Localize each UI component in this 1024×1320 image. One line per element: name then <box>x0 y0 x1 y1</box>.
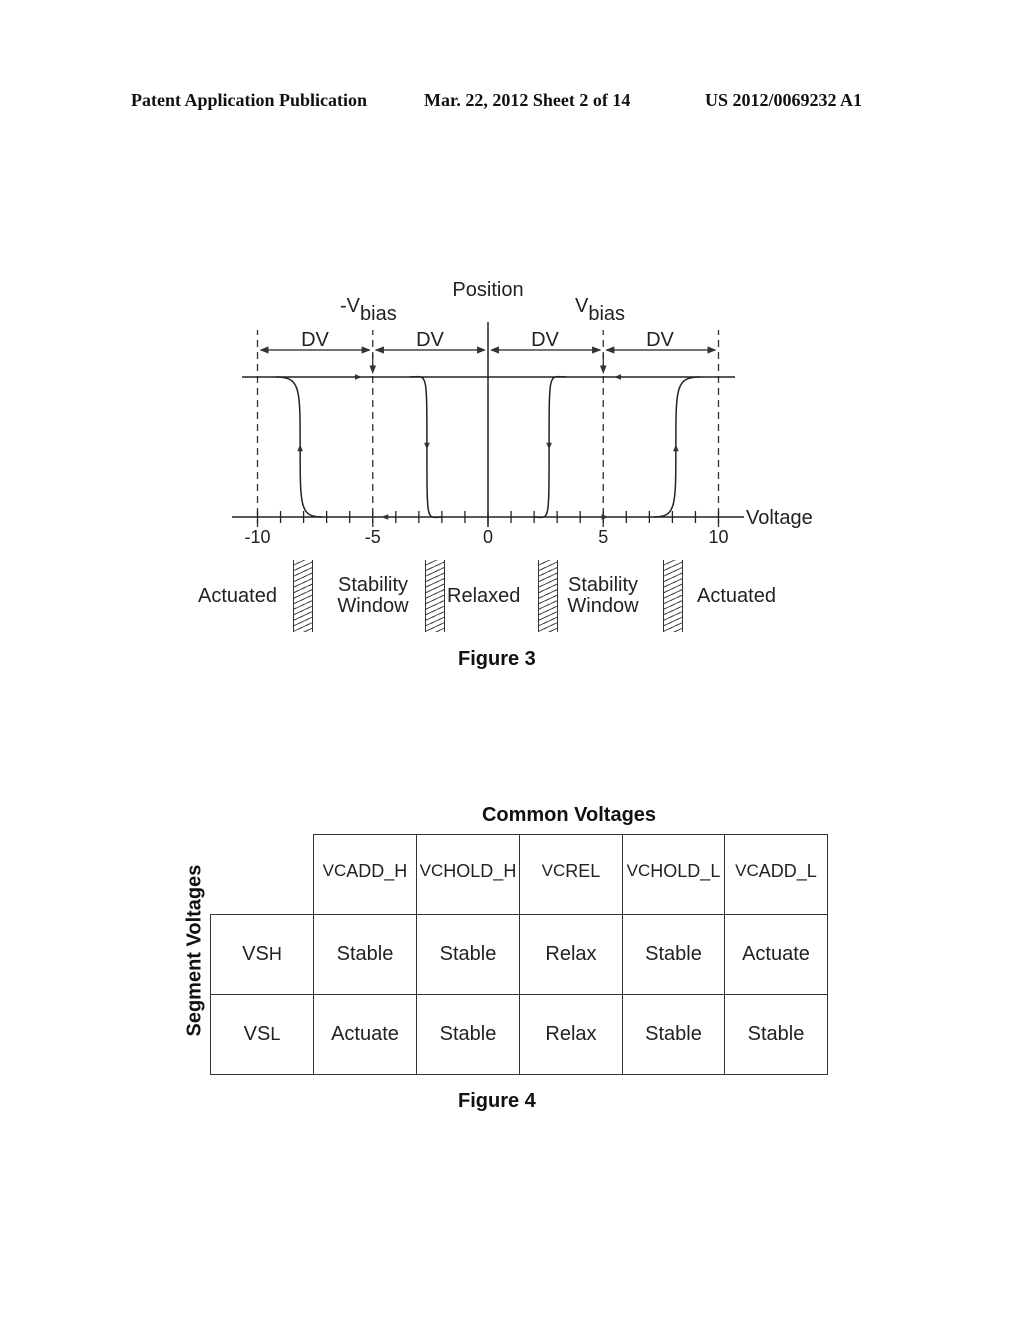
x-tick-label: 5 <box>598 527 608 547</box>
x-tick-label: 10 <box>708 527 728 547</box>
label-subscript: H <box>268 944 282 964</box>
table-cell: Stable <box>622 994 725 1075</box>
table-cell: Stable <box>622 914 725 995</box>
region-actuated-right: Actuated <box>697 585 776 607</box>
column-header: VC HOLD_H <box>416 834 520 915</box>
row-header: VS H <box>210 914 314 995</box>
label-main: VC <box>541 861 566 880</box>
table-cell: Actuate <box>313 994 417 1075</box>
table-cell: Actuate <box>724 914 828 995</box>
table-cell: Stable <box>313 914 417 995</box>
table-cell: Relax <box>519 994 623 1075</box>
curve-positive-actuation-branch <box>653 376 701 518</box>
dv-label-3: DV <box>531 329 559 351</box>
table-cell: Relax <box>519 914 623 995</box>
label-main: VC <box>322 861 347 880</box>
column-header: VC REL <box>519 834 623 915</box>
label-subscript: REL <box>565 861 601 881</box>
figure3-caption: Figure 3 <box>458 648 536 670</box>
neg-vbias-label: -Vbias <box>340 295 397 325</box>
label-subscript: HOLD_H <box>443 861 517 881</box>
dv-label-4: DV <box>646 329 674 351</box>
row-header: VS L <box>210 994 314 1075</box>
dv-label-2: DV <box>416 329 444 351</box>
hatch-divider-3 <box>538 560 558 632</box>
x-axis-label: Voltage <box>746 507 813 529</box>
y-axis-label: Position <box>452 279 523 301</box>
curve-negative-actuation-branch <box>275 376 323 518</box>
label-main: VS <box>243 1023 271 1045</box>
hatch-divider-4 <box>663 560 683 632</box>
label-subscript: L <box>270 1024 281 1044</box>
dv-label-1: DV <box>301 329 329 351</box>
table-cell: Stable <box>416 994 520 1075</box>
region-actuated-left: Actuated <box>198 585 277 607</box>
figure3-hysteresis-chart: Position Voltage -Vbias Vbias DV DV DV D… <box>232 279 813 547</box>
region-line1: Stability <box>567 574 639 596</box>
region-line2: Window <box>337 595 409 617</box>
label-main: VC <box>626 861 651 880</box>
label-subscript: ADD_L <box>758 861 817 881</box>
table-cell: Stable <box>416 914 520 995</box>
label-main: VC <box>419 861 444 880</box>
column-header: VC ADD_L <box>724 834 828 915</box>
x-tick-label: -5 <box>365 527 381 547</box>
label-main: VC <box>735 861 759 880</box>
figure4-caption: Figure 4 <box>458 1090 536 1112</box>
column-header: VC HOLD_L <box>622 834 725 915</box>
hatch-divider-1 <box>293 560 313 632</box>
curve-negative-release-branch <box>409 375 442 519</box>
segment-voltages-title: Segment Voltages <box>183 864 206 1037</box>
label-subscript: HOLD_L <box>650 861 721 881</box>
region-relaxed: Relaxed <box>447 585 521 607</box>
region-stability-window-left: Stability Window <box>330 575 416 617</box>
label-subscript: ADD_H <box>346 861 408 881</box>
table-cell: Stable <box>724 994 828 1075</box>
region-line1: Stability <box>337 574 409 596</box>
region-line2: Window <box>567 595 639 617</box>
curve-positive-release-branch <box>534 375 567 519</box>
column-header: VC ADD_H <box>313 834 417 915</box>
region-stability-window-right: Stability Window <box>560 575 646 617</box>
hatch-divider-2 <box>425 560 445 632</box>
x-tick-label: -10 <box>244 527 270 547</box>
pos-vbias-label: Vbias <box>575 295 625 325</box>
common-voltages-title: Common Voltages <box>481 804 657 826</box>
x-tick-label: 0 <box>483 527 493 547</box>
label-main: VS <box>242 943 269 965</box>
